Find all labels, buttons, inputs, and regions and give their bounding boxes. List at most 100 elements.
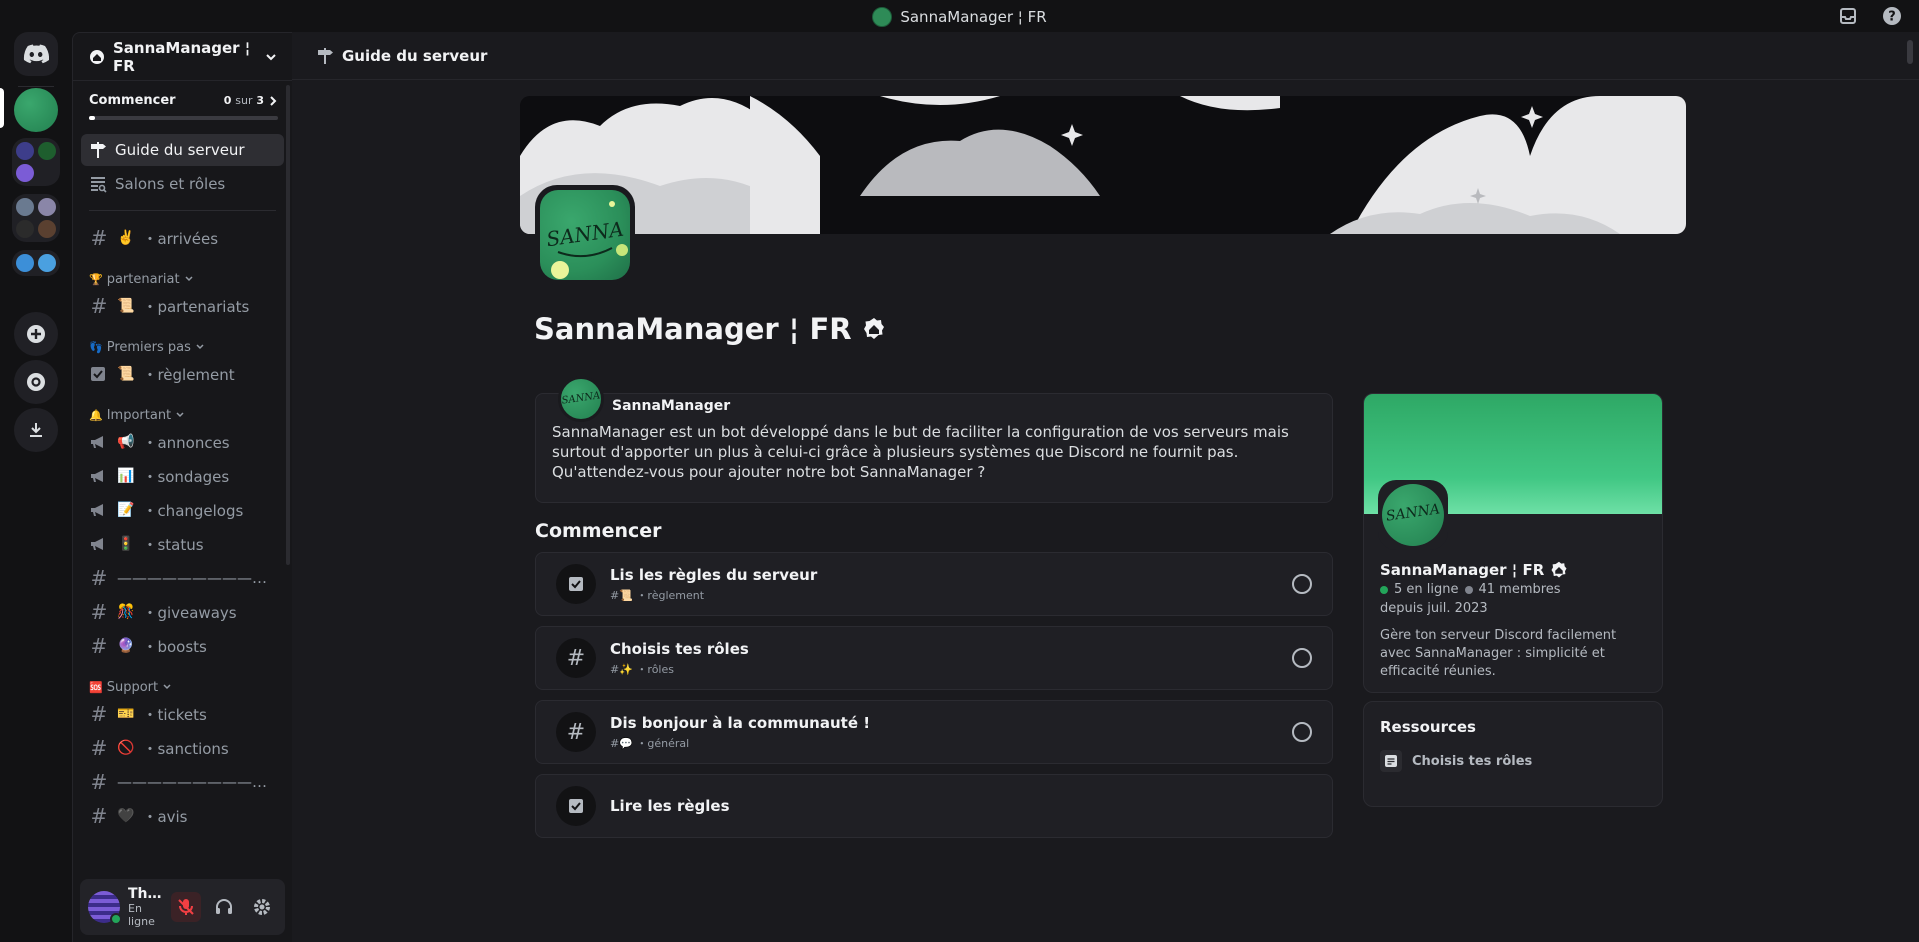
category-emoji: 👣 [89,340,103,354]
sidebar-scrollbar[interactable] [286,85,290,565]
onboarding-of: sur [235,94,253,107]
onboarding-total: 3 [256,94,264,107]
resources-title: Ressources [1380,718,1476,736]
main-header: Guide du serveur [292,32,1919,80]
server-folder-1[interactable] [12,138,60,186]
nav-server-guide[interactable]: Guide du serveur [81,134,284,166]
channel-annonces[interactable]: 📢 ・annonces [81,425,284,459]
online-count: 5 en ligne [1394,582,1459,597]
server-header[interactable]: SannaManager ¦ FR [73,33,292,81]
task-read-rules-2[interactable]: Lire les règles [535,774,1333,838]
channel-name: ・annonces [142,433,230,452]
user-panel: Thibaut Hoz... En ligne [80,879,285,935]
help-icon[interactable]: ? [1882,6,1902,26]
server-info-card: SANNA SannaManager ¦ FR 5 en ligne 41 me… [1363,393,1663,693]
channel-status[interactable]: 🚦 ・status [81,527,284,561]
hash-icon: # [90,600,108,624]
task-read-rules[interactable]: Lis les règles du serveur #📜 ・règlement [535,552,1333,616]
task-checkbox[interactable] [1292,574,1312,594]
nav-label: Guide du serveur [115,141,245,159]
channel-name: ・avis [142,807,188,826]
title-bar: SannaManager ¦ FR ? [0,0,1919,32]
user-settings-button[interactable] [247,892,277,922]
category-premiers-pas[interactable]: 👣 Premiers pas [89,337,292,357]
category-support[interactable]: 🆘 Support [89,677,292,697]
avatar[interactable] [88,891,122,925]
channel-sondages[interactable]: 📊 ・sondages [81,459,284,493]
folder-server-icon[interactable] [38,198,56,216]
add-server-icon[interactable] [14,312,58,356]
channel-separator[interactable]: # ———————————————— [81,561,284,595]
channel-arrivees[interactable]: # ✌️ ・arrivées [81,221,284,255]
mute-microphone-button[interactable] [171,892,201,922]
announcement-icon [89,535,109,553]
task-choose-roles[interactable]: # Choisis tes rôles #✨ ・rôles [535,626,1333,690]
discord-home-icon[interactable] [14,32,58,76]
channel-name: ・partenariats [142,297,250,316]
onboarding-progress[interactable]: Commencer 0 sur 3 [73,81,292,120]
channel-boosts[interactable]: # 🔮 ・boosts [81,629,284,663]
folder-server-icon[interactable] [38,142,56,160]
channel-name: ・arrivées [142,229,219,248]
inbox-icon[interactable] [1838,6,1858,26]
channel-separator[interactable]: # ———————————————— [81,765,284,799]
server-folder-3[interactable] [12,250,60,276]
task-checkbox[interactable] [1292,648,1312,668]
channel-avis[interactable]: # 🖤 ・avis [81,799,284,833]
hash-icon: # [90,294,108,318]
channel-giveaways[interactable]: # 🎊 ・giveaways [81,595,284,629]
resource-item[interactable]: Choisis tes rôles [1380,750,1646,772]
category-name: Support [106,679,159,695]
channel-sanctions[interactable]: # 🚫 ・sanctions [81,731,284,765]
channel-emoji: 📜 [117,298,135,314]
onboarding-progress-bar [89,116,278,120]
section-title: Commencer [535,520,662,542]
task-title: Lis les règles du serveur [610,565,818,584]
verified-community-icon [1550,561,1568,579]
folder-server-icon[interactable] [38,220,56,238]
server-rail [0,32,72,942]
category-emoji: 🆘 [89,680,103,694]
folder-server-icon[interactable] [16,220,34,238]
server-folder-2[interactable] [12,194,60,242]
task-channel: #📜 ・règlement [610,588,705,602]
download-icon[interactable] [14,408,58,452]
folder-server-icon[interactable] [16,164,34,182]
folder-server-icon[interactable] [16,198,34,216]
onboarding-count: 0 sur 3 [224,94,264,107]
category-partenariat[interactable]: 🏆 partenariat [89,269,292,289]
hash-icon: # [556,638,596,678]
channel-reglement[interactable]: 📜 ・règlement [81,357,284,391]
server-name: SannaManager ¦ FR [113,38,251,75]
task-checkbox[interactable] [1292,722,1312,742]
card-server-avatar: SANNA [1378,480,1448,550]
channel-changelogs[interactable]: 📝 ・changelogs [81,493,284,527]
channel-emoji: 🚦 [117,536,135,552]
document-icon [1380,750,1402,772]
folder-server-icon[interactable] [38,254,56,272]
task-say-hello[interactable]: # Dis bonjour à la communauté ! #💬 ・géné… [535,700,1333,764]
server-sannamanager-icon[interactable] [14,88,58,132]
channel-partenariats[interactable]: # 📜 ・partenariats [81,289,284,323]
channel-tickets[interactable]: # 🎫 ・tickets [81,697,284,731]
user-name: Thibaut Hoz... [128,886,163,902]
announcement-icon [89,501,109,519]
channel-emoji: 📝 [117,502,135,518]
nav-channels-roles[interactable]: Salons et rôles [81,168,284,200]
rules-icon [89,365,109,383]
welcome-author: SANNA SannaManager [558,376,1316,422]
folder-server-icon[interactable] [16,142,34,160]
main-scrollbar[interactable] [1907,40,1913,64]
discover-icon[interactable] [14,360,58,404]
category-name: Important [106,407,172,423]
hash-icon: # [90,736,108,760]
folder-server-icon[interactable] [16,254,34,272]
bot-avatar[interactable]: SANNA [558,376,604,422]
category-important[interactable]: 🔔 Important [89,405,292,425]
deafen-button[interactable] [209,892,239,922]
chevron-right-icon [268,95,278,107]
bot-name[interactable]: SannaManager [612,398,730,414]
created-since: depuis juil. 2023 [1380,601,1488,616]
user-info[interactable]: Thibaut Hoz... En ligne [128,886,163,928]
channel-browse-icon [89,175,107,193]
